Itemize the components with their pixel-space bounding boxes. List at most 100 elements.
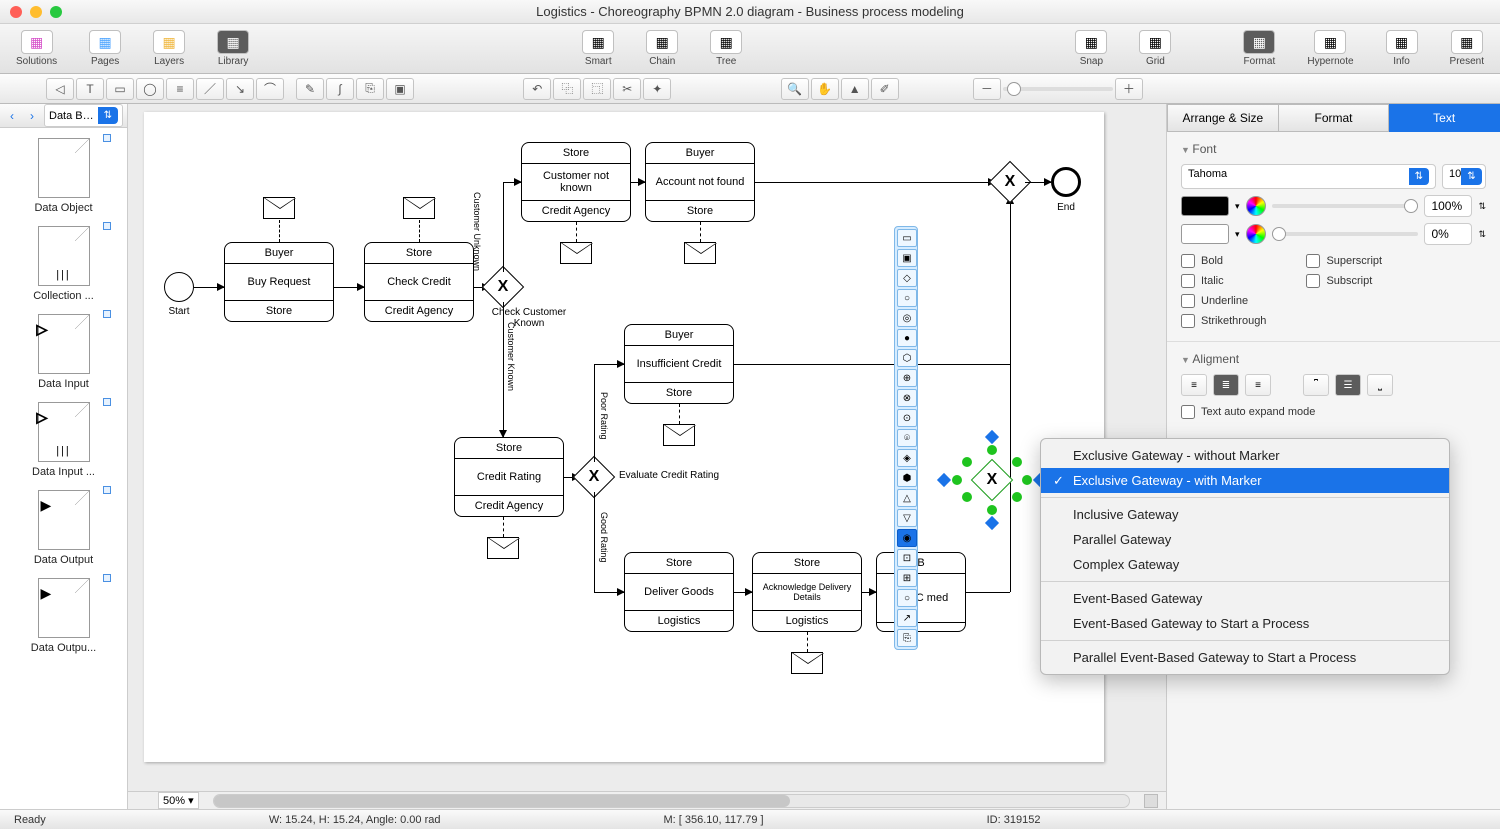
task-check-credit[interactable]: Store Check Credit Credit Agency bbox=[364, 242, 474, 322]
check-bold[interactable]: Bold bbox=[1181, 251, 1266, 271]
shape-item[interactable]: |||▷Data Input ... bbox=[0, 396, 127, 484]
menu-item[interactable]: Inclusive Gateway bbox=[1041, 502, 1449, 527]
task-account-not-found[interactable]: Buyer Account not found Store bbox=[645, 142, 755, 222]
palette-item[interactable]: ⌾ bbox=[897, 429, 917, 447]
palette-item[interactable]: △ bbox=[897, 489, 917, 507]
task-deliver-goods[interactable]: Store Deliver Goods Logistics bbox=[624, 552, 734, 632]
toolbar-grid[interactable]: ▦Grid bbox=[1123, 27, 1187, 70]
palette-item[interactable]: ⊕ bbox=[897, 369, 917, 387]
menu-item[interactable]: Exclusive Gateway - with Marker bbox=[1041, 468, 1449, 493]
auto-expand-check[interactable]: Text auto expand mode bbox=[1181, 402, 1486, 422]
stroke-opacity-value[interactable]: 0% bbox=[1424, 223, 1472, 245]
task-credit-rating[interactable]: Store Credit Rating Credit Agency bbox=[454, 437, 564, 517]
palette-item[interactable]: ⊡ bbox=[897, 549, 917, 567]
shape-item[interactable]: ▶Data Outpu... bbox=[0, 572, 127, 660]
shape-item[interactable]: Data Object bbox=[0, 132, 127, 220]
palette-item[interactable]: ◎ bbox=[897, 309, 917, 327]
text-color-swatch[interactable] bbox=[1181, 196, 1229, 216]
toolbar-chain[interactable]: ▦Chain bbox=[630, 27, 694, 70]
palette-item[interactable]: ⎘ bbox=[897, 629, 917, 647]
line-tool[interactable]: ／ bbox=[196, 78, 224, 100]
snap-tool[interactable]: ⎘ bbox=[356, 78, 384, 100]
color-wheel-icon[interactable] bbox=[1246, 224, 1266, 244]
menu-item[interactable]: Parallel Event-Based Gateway to Start a … bbox=[1041, 645, 1449, 670]
eyedropper-tool[interactable]: ✐ bbox=[871, 78, 899, 100]
align-left[interactable]: ≡ bbox=[1181, 374, 1207, 396]
diagram-canvas[interactable]: Start Buyer Buy Request Store Store Chec… bbox=[144, 112, 1104, 762]
zoom-out-button[interactable]: － bbox=[973, 78, 1001, 100]
palette-item[interactable]: ○ bbox=[897, 289, 917, 307]
palette-item[interactable]: ▣ bbox=[897, 249, 917, 267]
shapes-category-select[interactable]: Data B…⇅ bbox=[44, 104, 123, 127]
task-insufficient-credit[interactable]: Buyer Insufficient Credit Store bbox=[624, 324, 734, 404]
toolbar-library[interactable]: ▦Library bbox=[201, 27, 265, 70]
toolbar-solutions[interactable]: ▦Solutions bbox=[0, 27, 73, 70]
stamp-tool[interactable]: ▲ bbox=[841, 78, 869, 100]
zoom-tool[interactable]: 🔍 bbox=[781, 78, 809, 100]
palette-item[interactable]: ● bbox=[897, 329, 917, 347]
font-section-header[interactable]: Font bbox=[1181, 142, 1486, 156]
zoom-in-button[interactable]: ＋ bbox=[1115, 78, 1143, 100]
palette-item[interactable]: ▽ bbox=[897, 509, 917, 527]
inspector-tab-text[interactable]: Text bbox=[1389, 104, 1500, 132]
stroke-color-swatch[interactable] bbox=[1181, 224, 1229, 244]
hand-tool[interactable]: ✋ bbox=[811, 78, 839, 100]
toolbar-smart[interactable]: ▦Smart bbox=[566, 27, 630, 70]
toolbar-hypernote[interactable]: ▦Hypernote bbox=[1291, 27, 1369, 70]
palette-item[interactable]: ◇ bbox=[897, 269, 917, 287]
toolbar-snap[interactable]: ▦Snap bbox=[1059, 27, 1123, 70]
palette-item[interactable]: ↗ bbox=[897, 609, 917, 627]
toolbar-layers[interactable]: ▦Layers bbox=[137, 27, 201, 70]
valign-bottom[interactable]: ⎵ bbox=[1367, 374, 1393, 396]
shapes-back[interactable]: ‹ bbox=[4, 108, 20, 124]
arc-tool[interactable]: ⌒ bbox=[256, 78, 284, 100]
inspector-tab-arrange-&-size[interactable]: Arrange & Size bbox=[1167, 104, 1279, 132]
canvas-area[interactable]: Start Buyer Buy Request Store Store Chec… bbox=[128, 104, 1166, 809]
task-buy-confirmed[interactable]: B Buy C med bbox=[876, 552, 966, 632]
fill-opacity-value[interactable]: 100% bbox=[1424, 195, 1472, 217]
check-subscript[interactable]: Subscript bbox=[1306, 271, 1382, 291]
container-tool[interactable]: ▣ bbox=[386, 78, 414, 100]
align-right[interactable]: ≡ bbox=[1245, 374, 1271, 396]
h-scrollbar[interactable] bbox=[213, 794, 1130, 808]
color-wheel-icon[interactable] bbox=[1246, 196, 1266, 216]
connector-tool[interactable]: ↘ bbox=[226, 78, 254, 100]
palette-item[interactable]: ⊙ bbox=[897, 409, 917, 427]
wand-tool[interactable]: ✦ bbox=[643, 78, 671, 100]
palette-item[interactable]: ⬢ bbox=[897, 469, 917, 487]
align-center[interactable]: ≣ bbox=[1213, 374, 1239, 396]
toolbar-format[interactable]: ▦Format bbox=[1227, 27, 1291, 70]
ungroup-tool[interactable]: ⿹ bbox=[583, 78, 611, 100]
task-cust-not-known[interactable]: Store Customer not known Credit Agency bbox=[521, 142, 631, 222]
palette-item[interactable]: ○ bbox=[897, 589, 917, 607]
toolbar-tree[interactable]: ▦Tree bbox=[694, 27, 758, 70]
group-tool[interactable]: ⿻ bbox=[553, 78, 581, 100]
shapes-fwd[interactable]: › bbox=[24, 108, 40, 124]
menu-item[interactable]: Exclusive Gateway - without Marker bbox=[1041, 443, 1449, 468]
pencil-tool[interactable]: ✎ bbox=[296, 78, 324, 100]
palette-item-selected[interactable]: ◉ bbox=[897, 529, 917, 547]
alignment-section-header[interactable]: Aligment bbox=[1181, 352, 1486, 366]
zoom-slider[interactable] bbox=[1003, 87, 1113, 91]
menu-item[interactable]: Complex Gateway bbox=[1041, 552, 1449, 577]
palette-item[interactable]: ▭ bbox=[897, 229, 917, 247]
stroke-opacity-slider[interactable] bbox=[1272, 232, 1419, 236]
menu-item[interactable]: Event-Based Gateway to Start a Process bbox=[1041, 611, 1449, 636]
toolbar-pages[interactable]: ▦Pages bbox=[73, 27, 137, 70]
task-buy-request[interactable]: Buyer Buy Request Store bbox=[224, 242, 334, 322]
palette-item[interactable]: ⬡ bbox=[897, 349, 917, 367]
zoom-select[interactable]: 50% ▾ bbox=[158, 792, 199, 809]
start-event[interactable] bbox=[164, 272, 194, 302]
pointer-tool[interactable]: ◁ bbox=[46, 78, 74, 100]
fill-opacity-slider[interactable] bbox=[1272, 204, 1419, 208]
palette-item[interactable]: ◈ bbox=[897, 449, 917, 467]
font-size-select[interactable]: 10⇅ bbox=[1442, 164, 1486, 189]
list-tool[interactable]: ≡ bbox=[166, 78, 194, 100]
check-superscript[interactable]: Superscript bbox=[1306, 251, 1382, 271]
text-tool[interactable]: T bbox=[76, 78, 104, 100]
toolbar-info[interactable]: ▦Info bbox=[1370, 27, 1434, 70]
palette-item[interactable]: ⊞ bbox=[897, 569, 917, 587]
resize-corner[interactable] bbox=[1144, 794, 1158, 808]
task-ack-delivery[interactable]: Store Acknowledge Delivery Details Logis… bbox=[752, 552, 862, 632]
gateway-selected[interactable]: X bbox=[971, 459, 1013, 501]
